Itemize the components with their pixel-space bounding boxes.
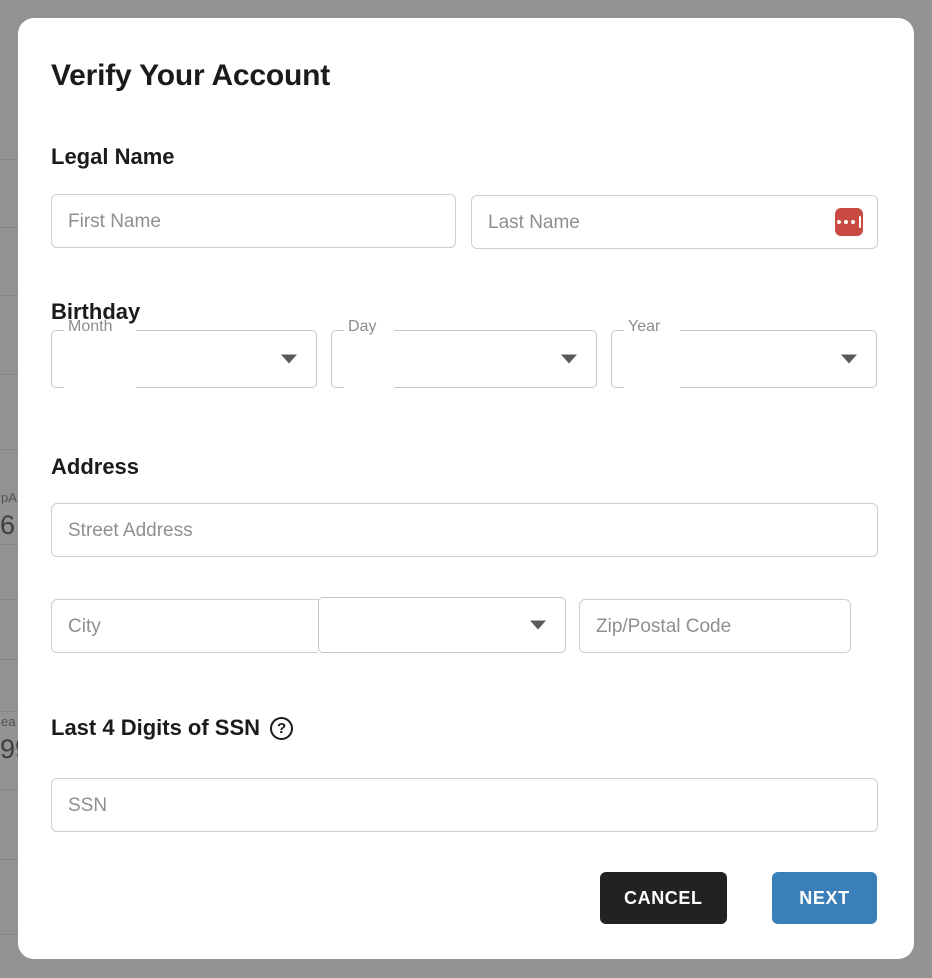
street-address-input[interactable]: Street Address [51, 503, 878, 557]
next-button[interactable]: NEXT [772, 872, 877, 924]
address-heading: Address [51, 454, 140, 479]
help-circle-icon[interactable]: ? [270, 716, 294, 740]
street-address-placeholder: Street Address [68, 519, 193, 541]
dialog-title: Verify Your Account [51, 59, 331, 92]
first-name-input[interactable]: First Name [51, 194, 456, 248]
state-select[interactable] [318, 597, 566, 653]
cancel-button[interactable]: CANCEL [600, 872, 727, 924]
first-name-placeholder: First Name [68, 210, 161, 232]
birthday-heading: Birthday [51, 299, 141, 324]
birthday-year-select[interactable]: Year [611, 319, 877, 388]
ssn-heading: Last 4 Digits of SSN ? [51, 715, 294, 741]
ssn-input[interactable]: SSN [51, 778, 878, 832]
birthday-day-select[interactable]: Day [331, 319, 597, 388]
chevron-down-icon [841, 354, 857, 364]
chevron-down-icon [281, 354, 297, 364]
lastpass-icon[interactable] [835, 208, 863, 236]
ssn-placeholder: SSN [68, 794, 108, 816]
chevron-down-icon [561, 354, 577, 364]
ssn-heading-label: Last 4 Digits of SSN [51, 715, 261, 740]
last-name-placeholder: Last Name [488, 211, 580, 233]
legal-name-heading: Legal Name [51, 144, 175, 169]
zip-postal-code-placeholder: Zip/Postal Code [596, 615, 732, 637]
birthday-month-select[interactable]: Month [51, 319, 317, 388]
birthday-day-label: Day [344, 319, 381, 335]
zip-postal-code-input[interactable]: Zip/Postal Code [579, 599, 851, 653]
verify-account-dialog: Verify Your Account Legal Name First Nam… [18, 18, 914, 959]
chevron-down-icon [530, 620, 546, 630]
last-name-input[interactable]: Last Name [471, 195, 878, 249]
birthday-year-label: Year [624, 319, 665, 335]
city-input[interactable]: City [51, 599, 323, 653]
city-placeholder: City [68, 615, 101, 637]
